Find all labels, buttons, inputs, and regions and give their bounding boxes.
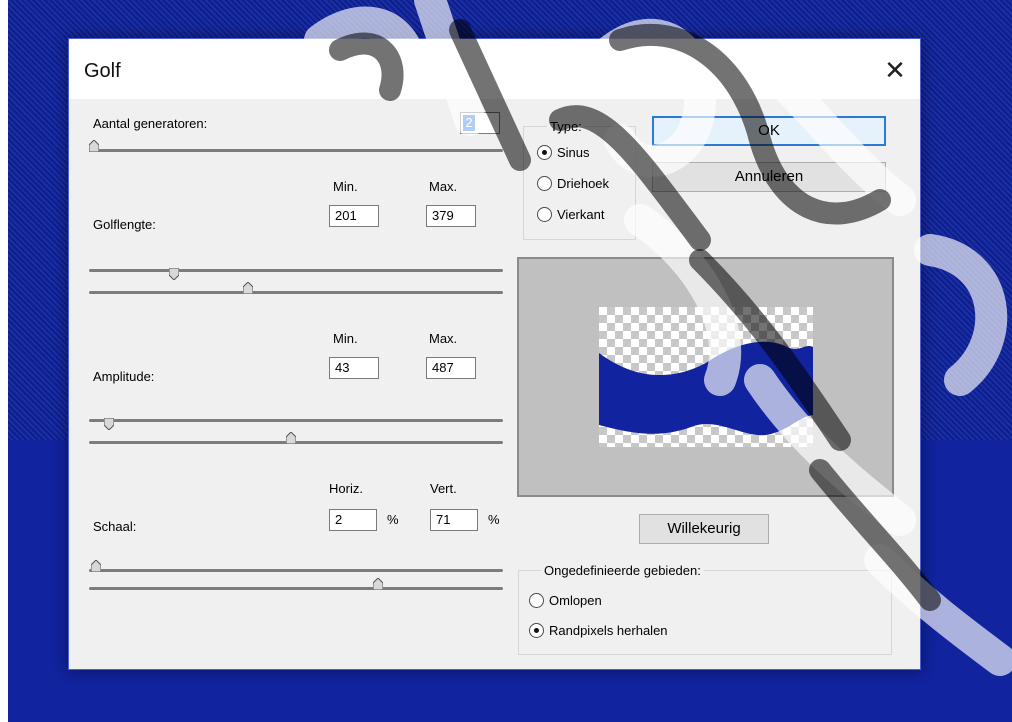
- radio-driehoek[interactable]: [537, 176, 552, 191]
- radio-vierkant[interactable]: [537, 207, 552, 222]
- scale-vert-thumb[interactable]: [373, 578, 383, 590]
- amplitude-label: Amplitude:: [93, 369, 155, 384]
- wave-shape: [599, 341, 813, 436]
- wavelength-max-input[interactable]: [426, 205, 476, 227]
- amplitude-min-input[interactable]: [329, 357, 379, 379]
- undefined-areas-groupbox: [518, 570, 892, 655]
- scale-horiz-track[interactable]: [89, 569, 503, 572]
- scale-vert-unit: %: [488, 512, 500, 527]
- wavelength-min-header: Min.: [333, 179, 358, 194]
- close-icon[interactable]: ✕: [880, 55, 910, 85]
- scale-vert-track[interactable]: [89, 587, 503, 590]
- wavelength-min-thumb[interactable]: [169, 268, 179, 280]
- amplitude-min-thumb[interactable]: [104, 418, 114, 430]
- undefined-option-omlopen[interactable]: Omlopen: [549, 593, 602, 608]
- radio-randpixels[interactable]: [529, 623, 544, 638]
- generators-slider-thumb[interactable]: [89, 140, 99, 152]
- generators-label: Aantal generatoren:: [93, 116, 208, 131]
- type-legend: Type:: [547, 119, 585, 134]
- wavelength-label: Golflengte:: [93, 217, 156, 232]
- undefined-areas-legend: Ongedefinieerde gebieden:: [541, 563, 704, 578]
- wave-preview: [517, 257, 894, 497]
- scale-label: Schaal:: [93, 519, 137, 534]
- amplitude-max-track[interactable]: [89, 441, 503, 444]
- amplitude-max-thumb[interactable]: [286, 432, 296, 444]
- ok-button[interactable]: OK: [652, 116, 886, 146]
- randomize-button[interactable]: Willekeurig: [639, 514, 769, 544]
- radio-omlopen[interactable]: [529, 593, 544, 608]
- wavelength-max-thumb[interactable]: [243, 282, 253, 294]
- scale-vert-header: Vert.: [430, 481, 457, 496]
- generators-slider-track[interactable]: [89, 149, 503, 152]
- amplitude-max-input[interactable]: [426, 357, 476, 379]
- scale-horiz-thumb[interactable]: [91, 560, 101, 572]
- scale-horiz-unit: %: [387, 512, 399, 527]
- titlebar: Golf ✕: [69, 39, 920, 99]
- amplitude-min-track[interactable]: [89, 419, 503, 422]
- dialog-title: Golf: [84, 60, 121, 82]
- type-option-vierkant[interactable]: Vierkant: [557, 207, 604, 222]
- undefined-option-randpixels[interactable]: Randpixels herhalen: [549, 623, 668, 638]
- scale-vert-input[interactable]: [430, 509, 478, 531]
- wave-filter-dialog: Golf ✕ Aantal generatoren: 2 Min. Max. G…: [68, 38, 921, 670]
- wavelength-min-input[interactable]: [329, 205, 379, 227]
- cancel-button[interactable]: Annuleren: [652, 162, 886, 192]
- type-option-driehoek[interactable]: Driehoek: [557, 176, 609, 191]
- scale-horiz-header: Horiz.: [329, 481, 363, 496]
- generators-selection: 2: [463, 115, 475, 131]
- scale-horiz-input[interactable]: [329, 509, 377, 531]
- wavelength-max-track[interactable]: [89, 291, 503, 294]
- wavelength-max-header: Max.: [429, 179, 458, 194]
- type-option-sinus[interactable]: Sinus: [557, 145, 590, 160]
- amplitude-max-header: Max.: [429, 331, 458, 346]
- amplitude-min-header: Min.: [333, 331, 358, 346]
- wavelength-min-track[interactable]: [89, 269, 503, 272]
- radio-sinus[interactable]: [537, 145, 552, 160]
